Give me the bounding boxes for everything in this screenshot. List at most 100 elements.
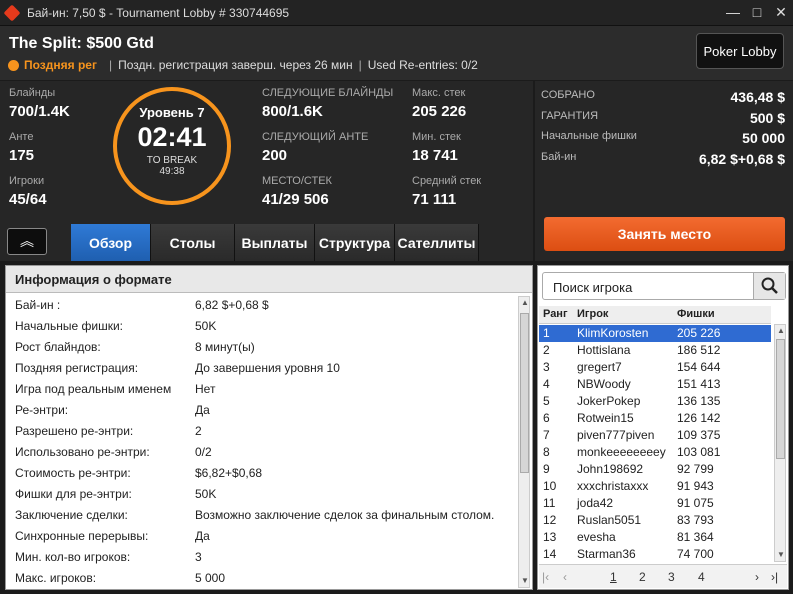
tab-bar: Обзор Столы Выплаты Структура Сателлиты xyxy=(71,224,479,261)
collected-label: СОБРАНО xyxy=(541,89,595,101)
player-chips: 103 081 xyxy=(677,445,721,459)
app-logo-icon xyxy=(3,4,21,21)
max-stack-label: Макс. стек xyxy=(412,87,466,99)
player-name: John198692 xyxy=(577,462,644,476)
player-name: joda42 xyxy=(577,496,614,510)
col-player[interactable]: Игрок xyxy=(577,308,608,320)
take-seat-button[interactable]: Занять место xyxy=(544,217,785,251)
avg-stack-value: 71 111 xyxy=(412,191,457,208)
col-rank[interactable]: Ранг xyxy=(543,308,568,320)
next-page-icon[interactable]: › xyxy=(755,570,759,584)
format-row-value: 5 000 xyxy=(195,571,226,585)
player-chips: 151 413 xyxy=(677,377,721,391)
format-row: Начальные фишки: 50K xyxy=(6,316,516,337)
format-row-label: Использовано ре-энтри: xyxy=(15,445,150,459)
tab-structure[interactable]: Структура xyxy=(315,224,395,261)
format-row-value: Возможно заключение сделок за финальным … xyxy=(195,508,495,522)
status-line: Поздняя рег | Поздн. регистрация заверш.… xyxy=(8,58,478,72)
first-page-icon[interactable]: |‹ xyxy=(542,570,549,584)
late-reg-text: Поздн. регистрация заверш. через 26 мин xyxy=(118,58,353,72)
player-chips: 154 644 xyxy=(677,360,721,374)
format-row-value: 2 xyxy=(195,424,202,438)
next-blinds-value: 800/1.6K xyxy=(262,103,323,120)
maximize-icon[interactable]: □ xyxy=(749,4,765,21)
player-row[interactable]: 14 Starman36 74 700 xyxy=(539,546,771,563)
format-row-value: 6,82 $+0,68 $ xyxy=(195,298,269,312)
tab-tables[interactable]: Столы xyxy=(151,224,235,261)
start-chips-label: Начальные фишки xyxy=(541,130,637,142)
tab-payouts[interactable]: Выплаты xyxy=(235,224,315,261)
place-stack-label: МЕСТО/СТЕК xyxy=(262,175,332,187)
format-row-label: Синхронные перерывы: xyxy=(15,529,149,543)
format-row-label: Игра под реальным именем xyxy=(15,382,172,396)
format-row: Использовано ре-энтри: 0/2 xyxy=(6,442,516,463)
player-row[interactable]: 13 evesha 81 364 xyxy=(539,529,771,546)
close-icon[interactable]: ✕ xyxy=(773,4,789,21)
player-row[interactable]: 1 KlimKorosten 205 226 xyxy=(539,325,771,342)
player-rank: 11 xyxy=(543,496,556,510)
buyin-value: 6,82 $+0,68 $ xyxy=(698,151,785,167)
format-row-value: 0/2 xyxy=(195,445,212,459)
player-row[interactable]: 3 gregert7 154 644 xyxy=(539,359,771,376)
page-2[interactable]: 2 xyxy=(639,570,646,584)
player-name: gregert7 xyxy=(577,360,622,374)
page-3[interactable]: 3 xyxy=(668,570,675,584)
break-timer: 49:38 xyxy=(159,166,185,177)
format-row-label: Стоимость ре-энтри: xyxy=(15,466,131,480)
player-row[interactable]: 6 Rotwein15 126 142 xyxy=(539,410,771,427)
player-row[interactable]: 7 piven777piven 109 375 xyxy=(539,427,771,444)
guarantee-value: 500 $ xyxy=(749,110,785,126)
search-button[interactable] xyxy=(753,273,785,299)
player-row[interactable]: 11 joda42 91 075 xyxy=(539,495,771,512)
scroll-down-icon[interactable]: ▼ xyxy=(775,549,787,561)
player-row[interactable]: 9 John198692 92 799 xyxy=(539,461,771,478)
status-text: Поздняя рег xyxy=(24,58,97,72)
separator: | xyxy=(108,58,113,72)
player-row[interactable]: 5 JokerPokep 136 135 xyxy=(539,393,771,410)
player-row[interactable]: 12 Ruslan5051 83 793 xyxy=(539,512,771,529)
col-chips[interactable]: Фишки xyxy=(677,308,715,320)
player-row[interactable]: 2 Hottislana 186 512 xyxy=(539,342,771,359)
player-search-field[interactable]: Поиск игрока xyxy=(542,272,786,300)
format-row: Мин. кол-во игроков: 3 xyxy=(6,547,516,568)
player-search-input[interactable]: Поиск игрока xyxy=(553,280,632,295)
player-name: Hottislana xyxy=(577,343,631,357)
minimize-icon[interactable]: — xyxy=(725,4,741,21)
scroll-up-icon[interactable]: ▲ xyxy=(519,297,531,309)
level-clock: Уровень 7 02:41 TO BREAK 49:38 xyxy=(113,87,231,205)
collapse-button[interactable]: ︽ xyxy=(7,228,47,255)
prev-page-icon[interactable]: ‹ xyxy=(563,570,567,584)
player-name: KlimKorosten xyxy=(577,326,649,340)
buyin-label: Бай-ин xyxy=(541,151,577,163)
tab-satellites[interactable]: Сателлиты xyxy=(395,224,479,261)
players-value: 45/64 xyxy=(9,191,47,208)
player-chips: 91 943 xyxy=(677,479,714,493)
scroll-up-icon[interactable]: ▲ xyxy=(775,325,787,337)
tab-overview[interactable]: Обзор xyxy=(71,224,151,261)
scroll-thumb[interactable] xyxy=(520,313,529,473)
scroll-thumb[interactable] xyxy=(776,339,785,459)
player-chips: 74 700 xyxy=(677,547,714,561)
player-row[interactable]: 4 NBWoody 151 413 xyxy=(539,376,771,393)
scroll-down-icon[interactable]: ▼ xyxy=(519,575,531,587)
prize-panel: СОБРАНО 436,48 $ ГАРАНТИЯ 500 $ Начальные … xyxy=(535,81,793,261)
player-row[interactable]: 8 monkeeeeeeeey 103 081 xyxy=(539,444,771,461)
page-4[interactable]: 4 xyxy=(698,570,705,584)
poker-lobby-button[interactable]: Poker Lobby xyxy=(696,33,784,69)
window-title: Бай-ин: 7,50 $ - Tournament Lobby # 3307… xyxy=(27,5,290,20)
next-blinds-label: СЛЕДУЮЩИЕ БЛАЙНДЫ xyxy=(262,87,394,99)
last-page-icon[interactable]: ›| xyxy=(771,570,778,584)
player-scrollbar[interactable]: ▲ ▼ xyxy=(774,324,786,562)
format-scrollbar[interactable]: ▲ ▼ xyxy=(518,296,530,588)
format-row: Рост блайндов: 8 минут(ы) xyxy=(6,337,516,358)
page-1[interactable]: 1 xyxy=(610,570,617,584)
format-row: Ре-энтри: Да xyxy=(6,400,516,421)
tournament-header: The Split: $500 Gtd Поздняя рег | Поздн.… xyxy=(0,26,793,80)
player-row[interactable]: 10 xxxchristaxxx 91 943 xyxy=(539,478,771,495)
format-row-value: 50K xyxy=(195,319,217,333)
player-rank: 6 xyxy=(543,411,550,425)
players-label: Игроки xyxy=(9,175,45,187)
guarantee-label: ГАРАНТИЯ xyxy=(541,110,599,122)
title-bar: Бай-ин: 7,50 $ - Tournament Lobby # 3307… xyxy=(0,0,793,26)
player-rank: 1 xyxy=(543,326,550,340)
